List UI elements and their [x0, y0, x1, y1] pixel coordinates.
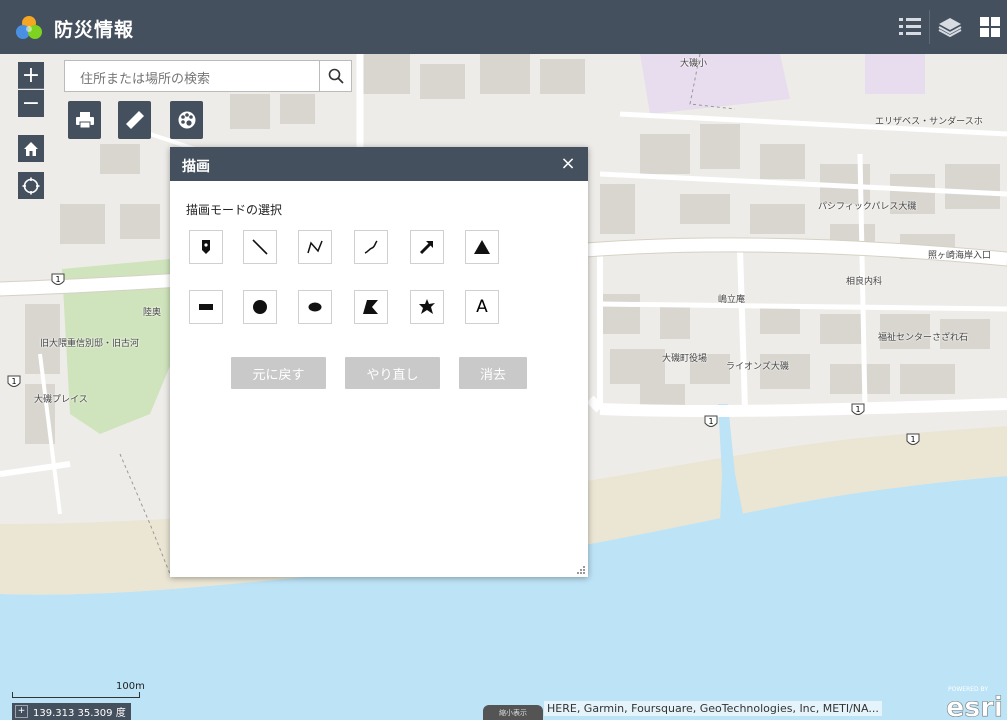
line-icon — [252, 239, 268, 255]
layers-stack-icon — [938, 18, 962, 38]
route-shield-icon: 1 — [851, 403, 865, 415]
point-marker-icon — [202, 240, 210, 254]
svg-text:1: 1 — [708, 417, 713, 426]
route-shield-icon: 1 — [7, 375, 21, 387]
map-label-oiso-place: 大磯プレイス — [34, 395, 88, 405]
attribution-text[interactable]: HERE, Garmin, Foursquare, GeoTechnologie… — [544, 701, 882, 716]
map-label-welfare-center: 福祉センターさざれ石 — [878, 333, 969, 343]
map-label-lions: ライオンズ大磯 — [726, 362, 789, 372]
legend-button[interactable] — [892, 8, 928, 46]
school-area-2 — [865, 54, 925, 94]
draw-mode-rectangle-button[interactable] — [189, 290, 223, 324]
clear-button[interactable]: 消去 — [459, 357, 527, 389]
esri-wordmark: esri — [946, 692, 1003, 719]
route-shield-icon: 1 — [51, 273, 65, 285]
draw-mode-arrow-button[interactable] — [410, 230, 444, 264]
apps-button[interactable] — [972, 8, 1007, 46]
zoom-in-button[interactable]: + — [18, 62, 44, 89]
esri-logo[interactable]: POWERED BY esri — [944, 683, 1006, 719]
coordinate-readout[interactable]: + 139.313 35.309 度 — [12, 703, 131, 720]
draw-mode-polyline-button[interactable] — [298, 230, 332, 264]
map-label-town-office: 大磯町役場 — [662, 354, 708, 364]
app-title: 防災情報 — [54, 19, 135, 41]
attribution-toggle[interactable]: 縮小表示 — [483, 705, 543, 720]
measure-button[interactable] — [118, 101, 151, 139]
draw-mode-label: 描画モードの選択 — [186, 203, 283, 217]
search-button[interactable] — [319, 60, 352, 92]
zoom-out-button[interactable]: − — [18, 90, 44, 117]
draw-panel-header[interactable]: 描画 × — [170, 147, 588, 181]
map-label-school: 大磯小 — [680, 59, 708, 69]
search-input[interactable] — [64, 60, 320, 92]
map-label-clinic: 相良内科 — [846, 277, 883, 287]
map-label-mutsu: 陸奥 — [143, 308, 162, 318]
draw-mode-circle-button[interactable] — [243, 290, 277, 324]
draw-mode-freehand-polyline-button[interactable] — [354, 230, 388, 264]
legend-list-icon — [899, 18, 921, 35]
svg-text:1: 1 — [55, 275, 60, 284]
polyline-icon — [307, 240, 323, 254]
freehand-line-icon — [364, 240, 378, 254]
draw-mode-line-button[interactable] — [243, 230, 277, 264]
search-icon — [328, 68, 344, 84]
draw-mode-polygon-button[interactable] — [354, 290, 388, 324]
rectangle-icon — [199, 304, 213, 310]
ellipse-icon — [308, 302, 322, 312]
draw-mode-triangle-button[interactable] — [465, 230, 499, 264]
polygon-icon — [363, 300, 378, 314]
home-icon — [24, 141, 38, 156]
app-logo-icon — [16, 16, 42, 39]
draw-panel-close-button[interactable]: × — [558, 154, 578, 174]
redo-button[interactable]: やり直し — [345, 357, 440, 389]
scale-bar-label: 100m — [116, 681, 145, 692]
draw-mode-ellipse-button[interactable] — [298, 290, 332, 324]
header-divider — [929, 10, 930, 44]
svg-text:1: 1 — [855, 405, 860, 414]
draw-palette-icon — [178, 111, 195, 129]
svg-text:1: 1 — [11, 377, 16, 386]
circle-icon — [253, 300, 267, 314]
print-button[interactable] — [68, 101, 101, 139]
map-label-shigitatsuan: 嶋立庵 — [718, 295, 746, 305]
draw-mode-text-button[interactable]: A — [465, 290, 499, 324]
freehand-polygon-icon — [419, 299, 435, 314]
draw-mode-freehand-polygon-button[interactable] — [410, 290, 444, 324]
draw-mode-point-button[interactable] — [189, 230, 223, 264]
coordinate-text: 139.313 35.309 度 — [33, 708, 126, 719]
route-shield-icon: 1 — [704, 415, 718, 427]
draw-panel-title: 描画 — [182, 159, 210, 175]
coordinate-crosshair-icon[interactable]: + — [15, 705, 28, 718]
printer-icon — [75, 112, 94, 129]
locate-button[interactable] — [18, 172, 44, 199]
scale-bar — [12, 692, 140, 698]
triangle-icon — [474, 240, 490, 254]
undo-button[interactable]: 元に戻す — [231, 357, 326, 389]
text-icon: A — [476, 297, 488, 317]
ruler-icon — [125, 111, 144, 129]
app-grid-icon — [980, 17, 1000, 37]
map-label-pacific-palace: パシフィックパレス大磯 — [818, 202, 917, 212]
locate-icon — [22, 177, 40, 194]
draw-button[interactable] — [170, 101, 203, 139]
layers-button[interactable] — [932, 8, 968, 46]
resize-handle-icon[interactable] — [577, 566, 585, 574]
map-label-elizabeth-sanders: エリザベス・サンダースホ — [875, 117, 983, 127]
home-button[interactable] — [18, 135, 44, 162]
draw-panel: 描画 × 描画モードの選択 A 元に戻す やり直し 消去 — [170, 147, 588, 577]
map-label-terugasaki: 照ヶ崎海岸入口 — [928, 251, 992, 261]
route-shield-icon: 1 — [906, 433, 920, 445]
arrow-icon — [419, 241, 433, 255]
map-label-okuma: 旧大隈重信別邸・旧古河 — [40, 339, 140, 349]
app-header: 防災情報 — [0, 0, 1007, 54]
svg-text:1: 1 — [910, 435, 915, 444]
